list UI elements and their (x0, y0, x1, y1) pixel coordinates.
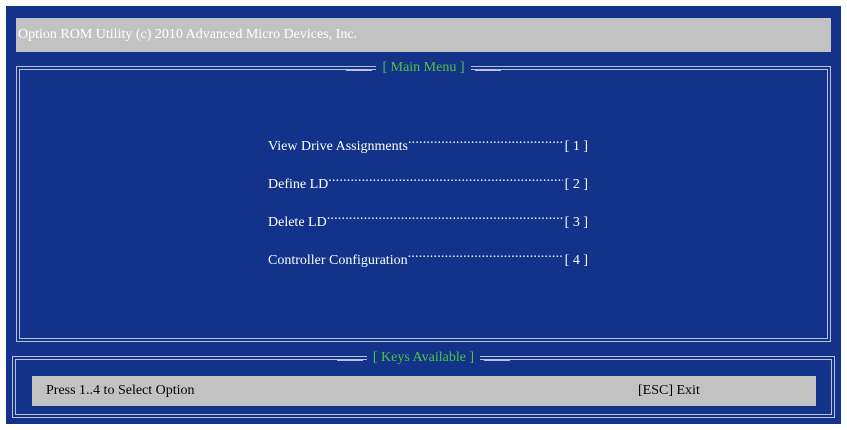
main-menu-panel: [ Main Menu ] View Drive Assignments [ 1… (16, 60, 831, 342)
main-menu-list: View Drive Assignments [ 1 ] Define LD [… (268, 130, 588, 282)
menu-item-label: View Drive Assignments (268, 139, 408, 154)
select-option-hint: Press 1..4 to Select Option (46, 383, 195, 398)
title-rule-left (346, 65, 373, 71)
menu-item-controller-configuration[interactable]: Controller Configuration [ 4 ] (268, 244, 588, 268)
dot-leader (408, 130, 563, 150)
menu-item-define-ld[interactable]: Define LD [ 2 ] (268, 168, 588, 192)
dot-leader (328, 168, 562, 188)
keys-available-header: [ Keys Available ] (16, 350, 831, 367)
main-menu-header: [ Main Menu ] (20, 60, 827, 77)
menu-item-delete-ld[interactable]: Delete LD [ 3 ] (268, 206, 588, 230)
keys-available-title: [ Keys Available ] (366, 350, 481, 367)
bios-screen: Option ROM Utility (c) 2010 Advanced Mic… (6, 6, 841, 424)
menu-item-label: Delete LD (268, 215, 327, 230)
title-rule-right (484, 355, 511, 361)
main-menu-title: [ Main Menu ] (376, 60, 471, 77)
menu-item-key: [ 3 ] (564, 215, 588, 230)
menu-item-label: Define LD (268, 177, 329, 192)
menu-item-key: [ 4 ] (564, 253, 588, 268)
title-rule-left (336, 355, 363, 361)
dot-leader (408, 244, 563, 264)
title-bar: Option ROM Utility (c) 2010 Advanced Mic… (16, 18, 831, 52)
key-hint-bar: Press 1..4 to Select Option [ESC] Exit (32, 376, 816, 406)
menu-item-key: [ 1 ] (564, 139, 588, 154)
menu-item-view-drive-assignments[interactable]: View Drive Assignments [ 1 ] (268, 130, 588, 154)
esc-exit-key[interactable]: [ESC] Exit (638, 376, 700, 406)
dot-leader (327, 206, 563, 226)
menu-item-key: [ 2 ] (564, 177, 588, 192)
title-rule-right (474, 65, 501, 71)
menu-item-label: Controller Configuration (268, 253, 408, 268)
